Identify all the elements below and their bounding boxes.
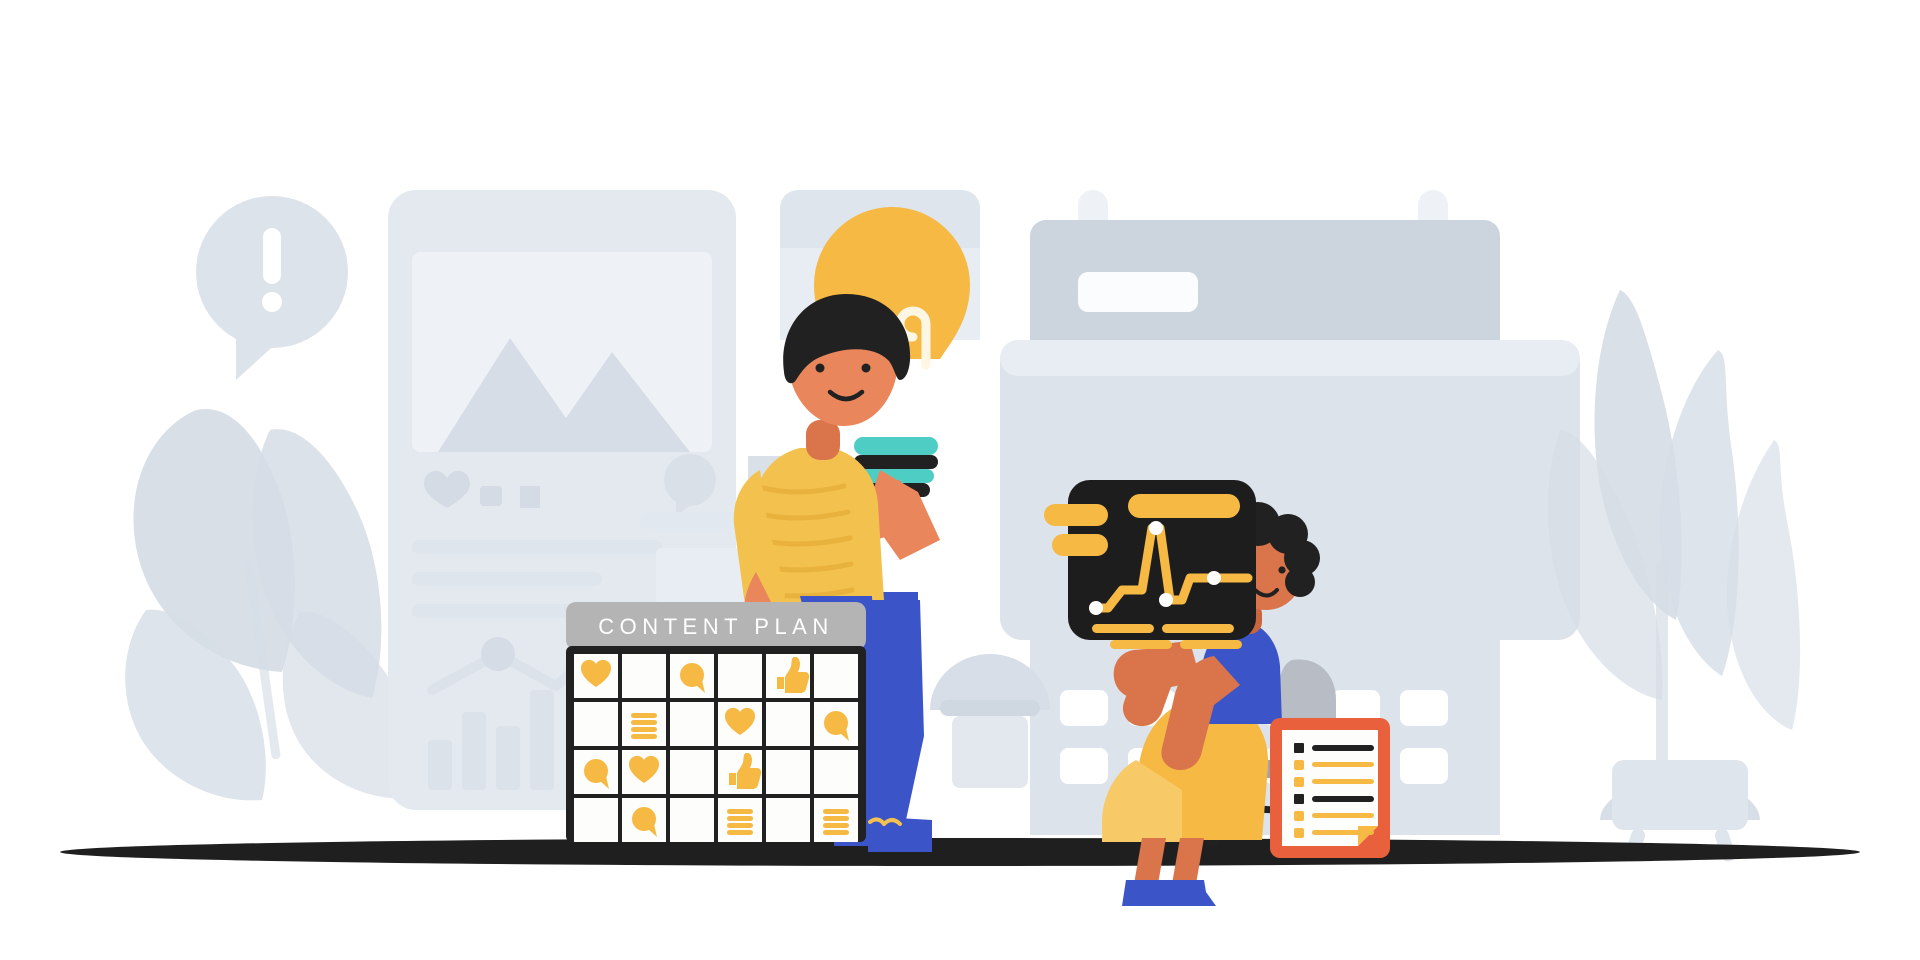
- eye-left: [815, 363, 825, 373]
- checkbox-yellow-icon[interactable]: [1294, 828, 1304, 838]
- footer-bar-3: [1110, 640, 1172, 649]
- cell-background: [814, 654, 858, 698]
- side-bar-2: [1052, 534, 1108, 556]
- checklist-line: [1312, 830, 1374, 835]
- checkbox-yellow-icon[interactable]: [1294, 777, 1304, 787]
- board-cell[interactable]: [574, 654, 618, 698]
- board-cell[interactable]: [622, 654, 666, 698]
- board-cell[interactable]: [574, 702, 618, 746]
- footer-bar-1: [1092, 624, 1154, 633]
- board-cell[interactable]: [766, 702, 810, 746]
- board-cell[interactable]: [670, 750, 714, 794]
- board-cell[interactable]: [718, 798, 762, 842]
- board-cell[interactable]: [670, 798, 714, 842]
- board-cell[interactable]: [574, 798, 618, 842]
- checklist-line: [1312, 745, 1374, 751]
- cell-background: [814, 750, 858, 794]
- comment-icon: [480, 486, 502, 506]
- cell-background: [670, 750, 714, 794]
- board-cell[interactable]: [622, 798, 666, 842]
- analytics-dashboard-card[interactable]: [1044, 480, 1256, 649]
- speech-bubble-alert: [196, 196, 348, 380]
- board-cell[interactable]: [622, 702, 666, 746]
- board-cell[interactable]: [766, 798, 810, 842]
- exclamation-mark-icon: [263, 228, 281, 284]
- monstera-leaf-left: [125, 408, 415, 801]
- board-cell[interactable]: [814, 702, 858, 746]
- checkbox-dark-icon[interactable]: [1294, 743, 1304, 753]
- illustration-canvas: CONTENT PLAN: [0, 0, 1920, 960]
- board-cell[interactable]: [670, 702, 714, 746]
- eye-right: [1278, 566, 1286, 574]
- palm-leaf-right: [1547, 290, 1801, 862]
- side-bar-1: [1044, 504, 1108, 526]
- footer-bar-2: [1162, 624, 1234, 633]
- board-cell[interactable]: [718, 654, 762, 698]
- cell-background: [670, 798, 714, 842]
- checklist-clipboard[interactable]: [1270, 718, 1390, 858]
- board-cell[interactable]: [670, 654, 714, 698]
- board-cell[interactable]: [718, 750, 762, 794]
- content-plan-illustration: CONTENT PLAN: [60, 190, 1860, 906]
- footer-bar-4: [1180, 640, 1242, 649]
- data-point-4: [1207, 571, 1221, 585]
- comment-bubble-badge: [664, 454, 716, 506]
- checklist-line: [1312, 779, 1374, 784]
- cell-background: [718, 654, 762, 698]
- board-cell[interactable]: [622, 750, 666, 794]
- board-cell[interactable]: [766, 750, 810, 794]
- checklist-line: [1312, 796, 1374, 802]
- content-plan-board[interactable]: CONTENT PLAN: [566, 602, 866, 842]
- board-cell[interactable]: [718, 702, 762, 746]
- checkbox-dark-icon[interactable]: [1294, 794, 1304, 804]
- board-cell[interactable]: [814, 750, 858, 794]
- cell-background: [766, 798, 810, 842]
- cell-background: [622, 654, 666, 698]
- checkbox-yellow-icon[interactable]: [1294, 760, 1304, 770]
- board-cell[interactable]: [814, 654, 858, 698]
- checklist-line: [1312, 762, 1374, 767]
- cell-background: [574, 798, 618, 842]
- board-cell[interactable]: [574, 750, 618, 794]
- floor-shadow-ellipse: [60, 838, 1860, 866]
- cell-background: [766, 702, 810, 746]
- board-title: CONTENT PLAN: [598, 614, 834, 639]
- cell-background: [766, 750, 810, 794]
- checkbox-yellow-icon[interactable]: [1294, 811, 1304, 821]
- bulb-ring-dark-1: [854, 455, 938, 469]
- shoe-right: [1160, 880, 1216, 906]
- board-cell[interactable]: [766, 654, 810, 698]
- data-point-1: [1089, 601, 1103, 615]
- card-title-bar: [1128, 494, 1240, 518]
- eye-right: [861, 363, 871, 373]
- cell-background: [574, 702, 618, 746]
- checklist-line: [1312, 813, 1374, 818]
- board-cell[interactable]: [814, 798, 858, 842]
- data-point-2: [1149, 521, 1163, 535]
- bulb-ring-teal-1: [854, 437, 938, 455]
- cell-background: [670, 702, 714, 746]
- data-point-3: [1159, 593, 1173, 607]
- bookmark-icon: [520, 486, 540, 508]
